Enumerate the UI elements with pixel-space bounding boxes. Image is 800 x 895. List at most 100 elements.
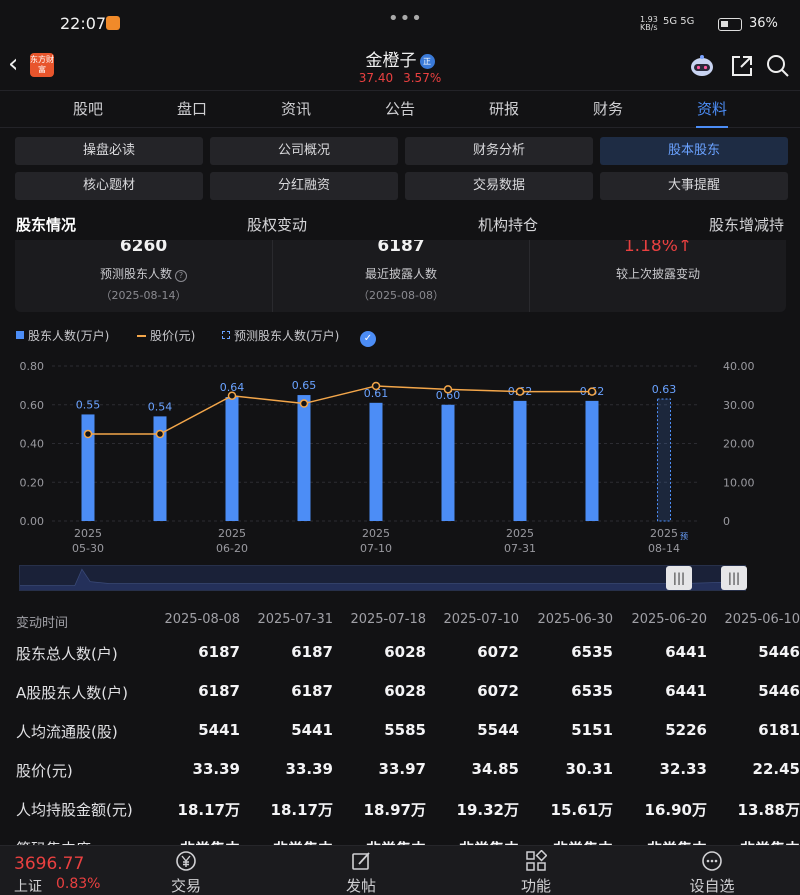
table-header-label: 变动时间	[16, 616, 69, 631]
table-cell: 6072	[477, 682, 519, 700]
tab-4[interactable]: 研报	[452, 91, 556, 127]
section-button-4[interactable]: 核心题材	[15, 172, 203, 200]
bar	[513, 400, 527, 521]
stock-title: 金橙子正	[0, 46, 800, 71]
subtab-institutions[interactable]: 机构持仓	[478, 214, 538, 235]
date-header: 2025-07-10	[443, 612, 519, 627]
table-cell: 33.97	[378, 760, 426, 778]
x-tick-year: 2025	[218, 527, 246, 540]
section-button-1[interactable]: 公司概况	[210, 137, 398, 165]
subtab-shareholders[interactable]: 股东情况	[16, 214, 76, 235]
date-header: 2025-06-30	[537, 612, 613, 627]
price-point	[587, 387, 597, 396]
stat-latest: 6187 最近披露人数 （2025-08-08）	[272, 240, 529, 312]
table-cell: 5585	[384, 721, 426, 739]
main-tabs: 股吧 盘口 资讯 公告 研报 财务 资料	[0, 90, 800, 128]
stock-badge: 正	[419, 54, 435, 69]
yen-icon	[176, 851, 196, 871]
index-value[interactable]: 3696.77	[14, 854, 84, 874]
table-cell: 34.85	[471, 760, 519, 778]
table-cell: 6441	[665, 643, 707, 661]
stock-quote: 37.40 3.57%	[0, 71, 800, 85]
table-cell: 6187	[198, 643, 240, 661]
arrow-up-icon: ↑	[677, 240, 693, 256]
index-name[interactable]: 上证	[14, 876, 42, 895]
x-tick-year: 2025	[362, 527, 390, 540]
tab-2[interactable]: 资讯	[244, 91, 348, 127]
stat-label: 较上次披露变动	[615, 267, 700, 281]
table-cell: 30.31	[565, 760, 613, 778]
nav-label: 功能	[520, 877, 551, 895]
table-cell: 5446	[758, 643, 800, 661]
shareholder-chart: 0.00 0.20 0.40 0.60 0.80 0 10.00 20.00 30.00 40.0…	[20, 360, 755, 555]
bar-label: 0.63	[652, 383, 677, 396]
table-cell: 32.33	[659, 760, 707, 778]
table-cell: 18.17万	[177, 801, 240, 819]
nav-functions[interactable]: 功能	[496, 850, 576, 895]
legend-bars[interactable]: 股东人数(万户)	[16, 327, 109, 344]
tab-6[interactable]: 资料	[660, 91, 764, 128]
subtab-equity-change[interactable]: 股权变动	[247, 214, 307, 235]
check-icon[interactable]: ✓	[360, 327, 376, 347]
row-label: A股股东人数(户)	[16, 684, 128, 702]
section-button-3[interactable]: 股本股东	[600, 137, 788, 165]
x-tick-date: 05-30	[72, 542, 104, 555]
date-header: 2025-07-18	[350, 612, 426, 627]
robot-assistant-icon[interactable]	[688, 52, 716, 80]
section-button-7[interactable]: 大事提醒	[600, 172, 788, 200]
section-button-0[interactable]: 操盘必读	[15, 137, 203, 165]
status-time: 22:07	[60, 14, 107, 33]
table-cell: 6072	[477, 643, 519, 661]
range-handle-left[interactable]: |||	[666, 566, 692, 590]
x-tick-date: 08-14	[648, 542, 680, 555]
section-button-6[interactable]: 交易数据	[405, 172, 593, 200]
tab-0[interactable]: 股吧	[36, 91, 140, 127]
y-right-tick: 30.00	[723, 399, 755, 412]
x-tick-year: 2025	[506, 527, 534, 540]
legend-line[interactable]: 股价(元)	[137, 327, 195, 344]
price-point	[443, 385, 453, 394]
share-icon[interactable]	[728, 52, 756, 80]
table-row: 人均持股金额(元) 18.17万 18.17万 18.97万 19.32万 15.61万 1…	[0, 799, 800, 838]
table-cell: 5544	[477, 721, 519, 739]
tab-1[interactable]: 盘口	[140, 91, 244, 127]
subtab-holder-changes[interactable]: 股东增减持	[709, 214, 784, 235]
table-cell: 5441	[198, 721, 240, 739]
date-header: 2025-06-20	[631, 612, 707, 627]
table-cell: 18.97万	[363, 801, 426, 819]
x-tick-year: 2025	[650, 527, 678, 540]
table-cell: 6028	[384, 643, 426, 661]
search-icon[interactable]	[764, 52, 792, 80]
more-icon	[702, 851, 722, 871]
nav-trade[interactable]: 交易	[146, 850, 226, 895]
nav-add-watchlist[interactable]: 设自选	[672, 850, 752, 895]
table-cell: 5446	[758, 682, 800, 700]
table-cell: 6187	[291, 643, 333, 661]
section-button-5[interactable]: 分红融资	[210, 172, 398, 200]
tab-3[interactable]: 公告	[348, 91, 452, 127]
stat-change: 1.18%↑ 较上次披露变动	[529, 240, 786, 312]
range-handle-right[interactable]: |||	[721, 566, 747, 590]
legend-forecast[interactable]: 预测股东人数(万户)	[222, 327, 339, 344]
y-left-tick: 0.00	[20, 515, 45, 528]
tab-5[interactable]: 财务	[556, 91, 660, 127]
nav-post[interactable]: 发帖	[321, 850, 401, 895]
chart-range-slider[interactable]	[19, 565, 746, 591]
help-icon[interactable]: ?	[175, 270, 187, 282]
table-cell: 6535	[571, 643, 613, 661]
stat-forecast: 6260 预测股东人数? （2025-08-14）	[15, 240, 272, 312]
stat-date: （2025-08-08）	[358, 289, 444, 302]
price-point	[155, 429, 165, 439]
signal-icon: 5G 5G	[663, 16, 695, 27]
battery-percent: 36%	[749, 16, 778, 31]
range-sparkline	[20, 568, 746, 590]
table-row: 股价(元) 33.39 33.39 33.97 34.85 30.31 32.33 22.45	[0, 760, 800, 799]
price-point	[371, 381, 381, 391]
date-header: 2025-06-10	[724, 612, 800, 627]
row-label: 人均流通股(股)	[16, 723, 118, 741]
section-button-2[interactable]: 财务分析	[405, 137, 593, 165]
stat-label: 最近披露人数	[364, 267, 437, 281]
table-cell: 33.39	[192, 760, 240, 778]
forecast-tag: 预	[680, 531, 688, 541]
x-tick-date: 07-31	[504, 542, 536, 555]
